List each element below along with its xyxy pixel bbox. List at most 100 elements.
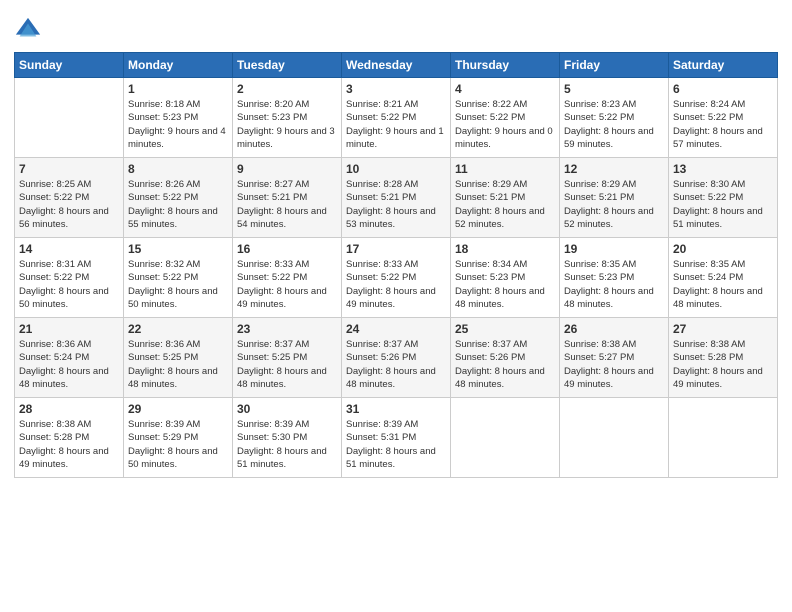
calendar-cell: 25Sunrise: 8:37 AMSunset: 5:26 PMDayligh… [451, 318, 560, 398]
day-number: 9 [237, 162, 337, 176]
day-info: Sunrise: 8:18 AMSunset: 5:23 PMDaylight:… [128, 98, 228, 151]
day-number: 24 [346, 322, 446, 336]
calendar-cell: 27Sunrise: 8:38 AMSunset: 5:28 PMDayligh… [669, 318, 778, 398]
calendar-cell: 7Sunrise: 8:25 AMSunset: 5:22 PMDaylight… [15, 158, 124, 238]
col-header-tuesday: Tuesday [233, 53, 342, 78]
calendar-cell: 18 Sunrise: 8:34 AMSunset: 5:23 PMDayligh… [451, 238, 560, 318]
day-info: Sunrise: 8:36 AMSunset: 5:24 PMDaylight:… [19, 338, 119, 391]
calendar-cell: 9 Sunrise: 8:27 AMSunset: 5:21 PMDaylight… [233, 158, 342, 238]
day-info: Sunrise: 8:30 AMSunset: 5:22 PMDaylight:… [673, 178, 773, 231]
calendar-cell: 31 Sunrise: 8:39 AMSunset: 5:31 PMDayligh… [342, 398, 451, 478]
day-number: 19 [564, 242, 664, 256]
day-info: Sunrise: 8:35 AMSunset: 5:24 PMDaylight:… [673, 258, 773, 311]
calendar-cell: 1 Sunrise: 8:18 AMSunset: 5:23 PMDaylight… [124, 78, 233, 158]
day-number: 23 [237, 322, 337, 336]
calendar-week-1: 1 Sunrise: 8:18 AMSunset: 5:23 PMDaylight… [15, 78, 778, 158]
day-info: Sunrise: 8:29 AMSunset: 5:21 PMDaylight:… [564, 178, 664, 231]
calendar-cell: 2Sunrise: 8:20 AMSunset: 5:23 PMDaylight… [233, 78, 342, 158]
day-number: 29 [128, 402, 228, 416]
day-info: Sunrise: 8:33 AMSunset: 5:22 PMDaylight:… [346, 258, 446, 311]
day-info: Sunrise: 8:35 AMSunset: 5:23 PMDaylight:… [564, 258, 664, 311]
day-info: Sunrise: 8:21 AMSunset: 5:22 PMDaylight:… [346, 98, 446, 151]
day-number: 14 [19, 242, 119, 256]
logo-icon [14, 16, 42, 44]
calendar-cell: 30 Sunrise: 8:39 AMSunset: 5:30 PMDayligh… [233, 398, 342, 478]
calendar-cell: 13 Sunrise: 8:30 AMSunset: 5:22 PMDayligh… [669, 158, 778, 238]
day-number: 8 [128, 162, 228, 176]
day-info: Sunrise: 8:39 AMSunset: 5:30 PMDaylight:… [237, 418, 337, 471]
day-number: 28 [19, 402, 119, 416]
day-number: 7 [19, 162, 119, 176]
calendar-cell: 23 Sunrise: 8:37 AMSunset: 5:25 PMDayligh… [233, 318, 342, 398]
calendar-week-2: 7Sunrise: 8:25 AMSunset: 5:22 PMDaylight… [15, 158, 778, 238]
day-info: Sunrise: 8:38 AMSunset: 5:27 PMDaylight:… [564, 338, 664, 391]
day-number: 18 [455, 242, 555, 256]
day-number: 17 [346, 242, 446, 256]
day-info: Sunrise: 8:20 AMSunset: 5:23 PMDaylight:… [237, 98, 337, 151]
calendar-cell: 15Sunrise: 8:32 AMSunset: 5:22 PMDayligh… [124, 238, 233, 318]
day-info: Sunrise: 8:39 AMSunset: 5:29 PMDaylight:… [128, 418, 228, 471]
col-header-monday: Monday [124, 53, 233, 78]
calendar-cell: 28 Sunrise: 8:38 AMSunset: 5:28 PMDayligh… [15, 398, 124, 478]
day-info: Sunrise: 8:32 AMSunset: 5:22 PMDaylight:… [128, 258, 228, 311]
day-info: Sunrise: 8:22 AMSunset: 5:22 PMDaylight:… [455, 98, 555, 151]
day-number: 6 [673, 82, 773, 96]
calendar-cell: 3 Sunrise: 8:21 AMSunset: 5:22 PMDaylight… [342, 78, 451, 158]
day-info: Sunrise: 8:23 AMSunset: 5:22 PMDaylight:… [564, 98, 664, 151]
day-info: Sunrise: 8:33 AMSunset: 5:22 PMDaylight:… [237, 258, 337, 311]
calendar-cell: 4 Sunrise: 8:22 AMSunset: 5:22 PMDaylight… [451, 78, 560, 158]
day-info: Sunrise: 8:31 AMSunset: 5:22 PMDaylight:… [19, 258, 119, 311]
calendar-week-5: 28 Sunrise: 8:38 AMSunset: 5:28 PMDayligh… [15, 398, 778, 478]
calendar-cell: 11 Sunrise: 8:29 AMSunset: 5:21 PMDayligh… [451, 158, 560, 238]
calendar-header-row: SundayMondayTuesdayWednesdayThursdayFrid… [15, 53, 778, 78]
calendar-table: SundayMondayTuesdayWednesdayThursdayFrid… [14, 52, 778, 478]
header [14, 10, 778, 44]
day-number: 13 [673, 162, 773, 176]
calendar-week-4: 21 Sunrise: 8:36 AMSunset: 5:24 PMDayligh… [15, 318, 778, 398]
calendar-cell: 21 Sunrise: 8:36 AMSunset: 5:24 PMDayligh… [15, 318, 124, 398]
col-header-thursday: Thursday [451, 53, 560, 78]
day-info: Sunrise: 8:29 AMSunset: 5:21 PMDaylight:… [455, 178, 555, 231]
calendar-cell [669, 398, 778, 478]
calendar-cell: 20Sunrise: 8:35 AMSunset: 5:24 PMDayligh… [669, 238, 778, 318]
day-number: 16 [237, 242, 337, 256]
day-number: 30 [237, 402, 337, 416]
day-info: Sunrise: 8:37 AMSunset: 5:26 PMDaylight:… [455, 338, 555, 391]
calendar-cell [15, 78, 124, 158]
day-info: Sunrise: 8:37 AMSunset: 5:26 PMDaylight:… [346, 338, 446, 391]
calendar-cell [451, 398, 560, 478]
calendar-cell: 5 Sunrise: 8:23 AMSunset: 5:22 PMDaylight… [560, 78, 669, 158]
day-info: Sunrise: 8:39 AMSunset: 5:31 PMDaylight:… [346, 418, 446, 471]
col-header-wednesday: Wednesday [342, 53, 451, 78]
logo [14, 16, 46, 44]
day-number: 22 [128, 322, 228, 336]
day-number: 21 [19, 322, 119, 336]
day-info: Sunrise: 8:38 AMSunset: 5:28 PMDaylight:… [19, 418, 119, 471]
day-number: 4 [455, 82, 555, 96]
calendar-cell: 16 Sunrise: 8:33 AMSunset: 5:22 PMDayligh… [233, 238, 342, 318]
calendar-cell: 10Sunrise: 8:28 AMSunset: 5:21 PMDayligh… [342, 158, 451, 238]
day-number: 31 [346, 402, 446, 416]
calendar-cell: 8Sunrise: 8:26 AMSunset: 5:22 PMDaylight… [124, 158, 233, 238]
day-number: 12 [564, 162, 664, 176]
calendar-cell: 22 Sunrise: 8:36 AMSunset: 5:25 PMDayligh… [124, 318, 233, 398]
col-header-friday: Friday [560, 53, 669, 78]
day-info: Sunrise: 8:34 AMSunset: 5:23 PMDaylight:… [455, 258, 555, 311]
calendar-week-3: 14 Sunrise: 8:31 AMSunset: 5:22 PMDayligh… [15, 238, 778, 318]
day-info: Sunrise: 8:36 AMSunset: 5:25 PMDaylight:… [128, 338, 228, 391]
day-number: 3 [346, 82, 446, 96]
day-number: 5 [564, 82, 664, 96]
day-number: 26 [564, 322, 664, 336]
col-header-sunday: Sunday [15, 53, 124, 78]
calendar-cell: 12 Sunrise: 8:29 AMSunset: 5:21 PMDayligh… [560, 158, 669, 238]
calendar-cell: 19 Sunrise: 8:35 AMSunset: 5:23 PMDayligh… [560, 238, 669, 318]
calendar-cell: 17 Sunrise: 8:33 AMSunset: 5:22 PMDayligh… [342, 238, 451, 318]
day-number: 10 [346, 162, 446, 176]
day-info: Sunrise: 8:27 AMSunset: 5:21 PMDaylight:… [237, 178, 337, 231]
day-number: 11 [455, 162, 555, 176]
calendar-cell: 6Sunrise: 8:24 AMSunset: 5:22 PMDaylight… [669, 78, 778, 158]
day-number: 1 [128, 82, 228, 96]
page: SundayMondayTuesdayWednesdayThursdayFrid… [0, 0, 792, 612]
day-info: Sunrise: 8:37 AMSunset: 5:25 PMDaylight:… [237, 338, 337, 391]
calendar-cell: 29 Sunrise: 8:39 AMSunset: 5:29 PMDayligh… [124, 398, 233, 478]
